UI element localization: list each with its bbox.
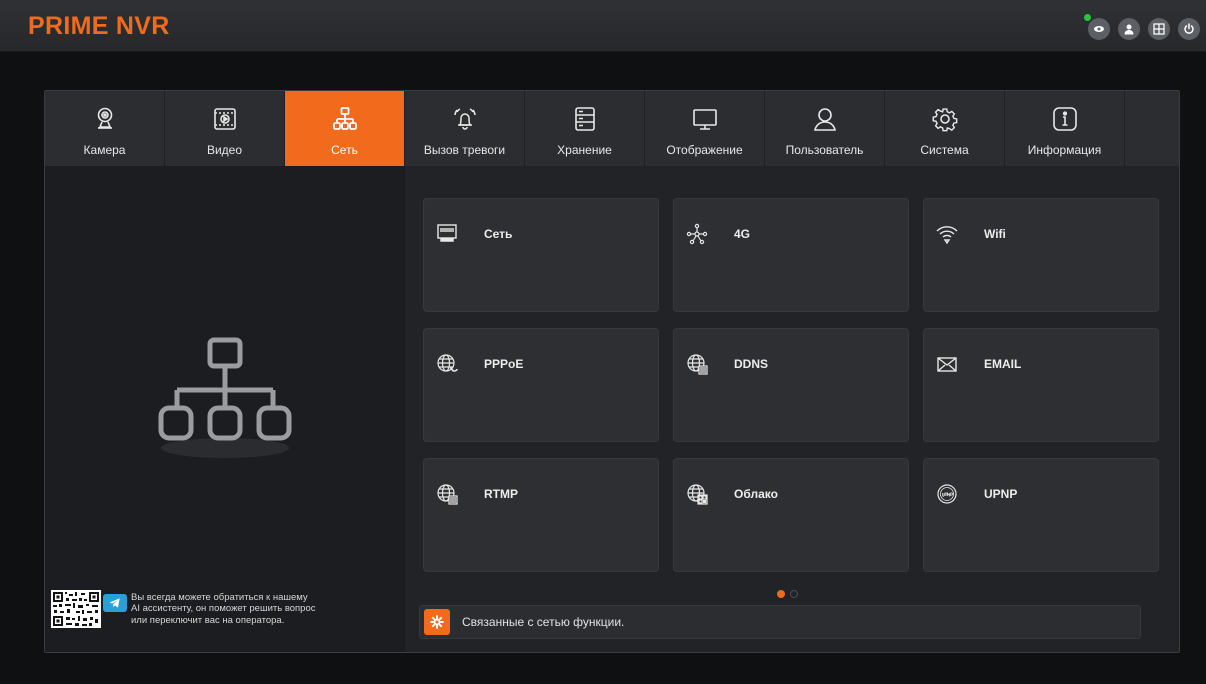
layout-icon[interactable]: [1148, 18, 1170, 40]
network-options-pane: Сеть 4G Wifi PPPoE DDNS EMAIL RTMP Облак…: [405, 166, 1179, 652]
live-view-icon[interactable]: [1084, 14, 1110, 40]
card-label: RTMP: [484, 487, 518, 501]
tab-display[interactable]: Отображение: [645, 91, 765, 166]
card-label: Облако: [734, 487, 778, 501]
card-ddns[interactable]: DDNS: [673, 328, 909, 442]
network-large-icon: [158, 337, 292, 458]
card-email[interactable]: EMAIL: [923, 328, 1159, 442]
mobile-network-icon: [686, 223, 708, 245]
storage-icon: [571, 105, 599, 133]
card-label: UPNP: [984, 487, 1018, 501]
user-icon[interactable]: [1118, 18, 1140, 40]
tab-info[interactable]: Информация: [1005, 91, 1125, 166]
power-icon[interactable]: [1178, 18, 1200, 40]
tab-label: Вызов тревоги: [423, 143, 506, 157]
ethernet-icon: [436, 223, 458, 245]
card-upnp[interactable]: UPNP: [923, 458, 1159, 572]
tab-network[interactable]: Сеть: [285, 91, 405, 174]
card-label: PPPoE: [484, 357, 524, 371]
tab-label: Видео: [206, 143, 243, 157]
tab-user[interactable]: Пользователь: [765, 91, 885, 166]
tab-label: Система: [920, 143, 969, 157]
status-dot: [1084, 14, 1091, 21]
user-icon: [811, 105, 839, 133]
settings-panel: Камера Видео Сеть Вызов тревоги Хранение: [44, 90, 1180, 653]
ddns-globe-icon: [686, 353, 708, 375]
assistant-line: AI ассистенту, он поможет решить вопрос: [131, 603, 316, 615]
tab-label: Информация: [1027, 143, 1102, 157]
assistant-line: или переключит вас на оператора.: [131, 614, 285, 626]
tab-label: Камера: [83, 143, 126, 157]
display-icon: [691, 105, 719, 133]
tab-storage[interactable]: Хранение: [525, 91, 645, 166]
card-label: DDNS: [734, 357, 769, 371]
cloud-globe-icon: [686, 483, 708, 505]
upnp-icon: [936, 483, 958, 505]
system-gear-icon: [931, 105, 959, 133]
card-pppoe[interactable]: PPPoE: [423, 328, 659, 442]
tab-label: Пользователь: [785, 143, 864, 157]
page-dot-active[interactable]: [777, 590, 785, 598]
wifi-icon: [936, 223, 958, 245]
assistant-text: Вы всегда можете обратиться к нашему AI …: [131, 592, 316, 627]
assistant-line: Вы всегда можете обратиться к нашему: [131, 591, 308, 603]
assistant-hint: Вы всегда можете обратиться к нашему AI …: [51, 590, 316, 628]
tab-label: Хранение: [557, 143, 612, 157]
camera-icon: [91, 105, 119, 133]
related-functions-bar[interactable]: Связанные с сетью функции.: [419, 605, 1141, 639]
card-wifi[interactable]: Wifi: [923, 198, 1159, 312]
related-text: Связанные с сетью функции.: [462, 615, 625, 629]
alarm-icon: [451, 105, 479, 133]
tab-system[interactable]: Система: [885, 91, 1005, 166]
top-icon-group: [1084, 14, 1200, 40]
page-dot[interactable]: [790, 590, 798, 598]
card-network[interactable]: Сеть: [423, 198, 659, 312]
network-icon: [331, 105, 359, 133]
card-label: EMAIL: [984, 357, 1022, 371]
qr-code-icon[interactable]: [51, 590, 101, 628]
card-label: Wifi: [984, 227, 1006, 241]
app-title: PRIME NVR: [28, 12, 170, 40]
pppoe-globe-icon: [436, 353, 458, 375]
email-icon: [936, 353, 958, 375]
tab-video[interactable]: Видео: [165, 91, 285, 166]
category-preview: Вы всегда можете обратиться к нашему AI …: [45, 166, 405, 652]
telegram-icon[interactable]: [103, 594, 127, 612]
card-4g[interactable]: 4G: [673, 198, 909, 312]
card-label: Сеть: [484, 227, 513, 241]
pagination-dots: [777, 590, 798, 598]
card-cloud[interactable]: Облако: [673, 458, 909, 572]
rtmp-globe-icon: [436, 483, 458, 505]
tab-alarm[interactable]: Вызов тревоги: [405, 91, 525, 166]
tab-label: Сеть: [331, 143, 358, 157]
info-icon: [1051, 105, 1079, 133]
settings-gear-icon: [424, 609, 450, 635]
card-rtmp[interactable]: RTMP: [423, 458, 659, 572]
card-label: 4G: [734, 227, 751, 241]
main-tabs: Камера Видео Сеть Вызов тревоги Хранение: [45, 91, 1179, 174]
tab-camera[interactable]: Камера: [45, 91, 165, 166]
top-bar: PRIME NVR: [0, 0, 1206, 52]
tab-label: Отображение: [666, 143, 743, 157]
video-icon: [211, 105, 239, 133]
